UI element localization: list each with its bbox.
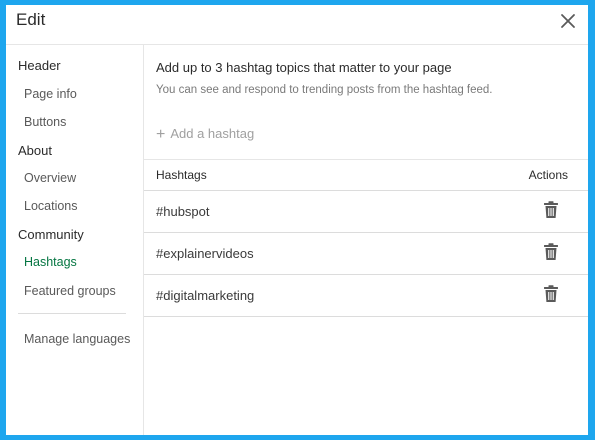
sidebar-section-about: About <box>18 143 52 158</box>
sidebar-section-header: Header <box>18 58 61 73</box>
sidebar-item-page-info[interactable]: Page info <box>24 87 77 101</box>
trash-icon[interactable] <box>543 201 559 219</box>
plus-icon: + <box>156 126 166 143</box>
dialog-header: Edit <box>6 5 588 45</box>
sidebar: Header Page info Buttons About Overview … <box>6 45 144 435</box>
trash-icon[interactable] <box>543 243 559 261</box>
dialog-title: Edit <box>16 10 46 29</box>
intro-title: Add up to 3 hashtag topics that matter t… <box>156 60 452 75</box>
intro-subtitle: You can see and respond to trending post… <box>156 84 493 96</box>
sidebar-item-hashtags[interactable]: Hashtags <box>24 255 77 269</box>
sidebar-item-overview[interactable]: Overview <box>24 171 76 185</box>
table-row: #hubspot <box>144 191 588 233</box>
add-hashtag-button[interactable]: + Add a hashtag <box>156 125 254 143</box>
sidebar-divider <box>18 313 126 314</box>
main-panel: Add up to 3 hashtag topics that matter t… <box>144 45 588 435</box>
edit-dialog: Edit Header Page info Buttons About Over… <box>6 5 588 435</box>
close-icon[interactable] <box>559 12 577 30</box>
sidebar-item-manage-languages[interactable]: Manage languages <box>24 332 130 346</box>
hashtag-label: #explainervideos <box>156 246 254 261</box>
sidebar-item-featured-groups[interactable]: Featured groups <box>24 284 116 298</box>
sidebar-section-community: Community <box>18 227 84 242</box>
trash-icon[interactable] <box>543 285 559 303</box>
hashtags-table: Hashtags Actions #hubspot #explainervide… <box>144 159 588 317</box>
column-header-actions: Actions <box>528 168 568 182</box>
table-row: #explainervideos <box>144 233 588 275</box>
sidebar-item-locations[interactable]: Locations <box>24 199 78 213</box>
table-row: #digitalmarketing <box>144 275 588 317</box>
table-header: Hashtags Actions <box>144 159 588 191</box>
hashtag-label: #digitalmarketing <box>156 288 255 303</box>
hashtag-label: #hubspot <box>156 204 210 219</box>
column-header-hashtags: Hashtags <box>156 168 207 182</box>
add-hashtag-label: Add a hashtag <box>170 126 255 141</box>
sidebar-item-buttons[interactable]: Buttons <box>24 115 66 129</box>
